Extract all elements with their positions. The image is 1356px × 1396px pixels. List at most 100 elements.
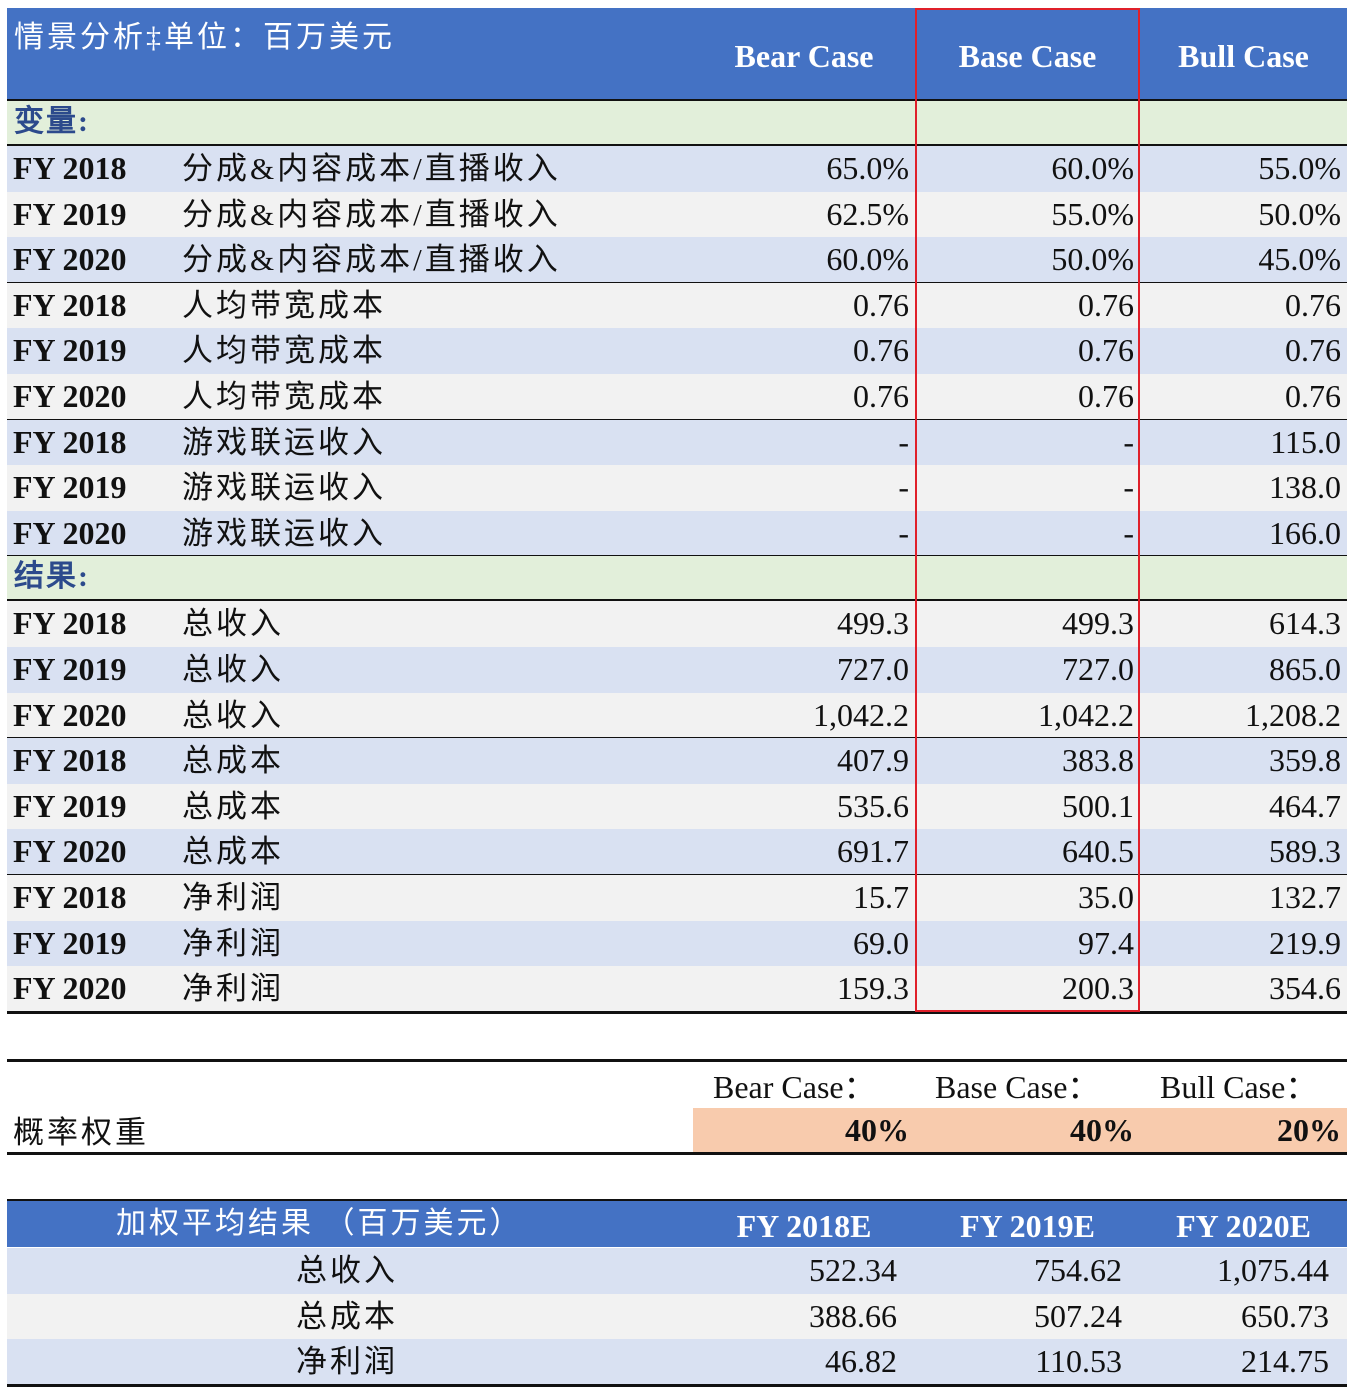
row-value-bull: 219.9 xyxy=(1269,924,1341,961)
row-value-bull: 464.7 xyxy=(1269,787,1341,824)
row-value-bull: 50.0% xyxy=(1258,195,1341,232)
row-divider xyxy=(7,1384,1347,1387)
section-label: 变量: xyxy=(14,105,90,138)
weighted-column-2: FY 2020E xyxy=(1176,1208,1311,1244)
row-year: FY 2019 xyxy=(13,195,127,232)
row-item: 净利润 xyxy=(182,925,284,961)
weighted-row-item: 总成本 xyxy=(296,1298,398,1334)
row-value-bear: 1,042.2 xyxy=(813,696,909,733)
weight-value-bear: 40% xyxy=(845,1112,909,1148)
row-year: FY 2018 xyxy=(13,742,127,779)
row-value-bull: 865.0 xyxy=(1269,651,1341,687)
row-value-bear: - xyxy=(898,423,909,460)
row-year: FY 2018 xyxy=(13,423,127,460)
row-value-bull: 0.76 xyxy=(1285,378,1341,414)
weighted-title: 加权平均结果 （百万美元） xyxy=(116,1207,523,1240)
row-value-bull: 359.8 xyxy=(1269,742,1341,779)
row-value-bear: 159.3 xyxy=(837,970,909,1007)
row-value-bear: - xyxy=(898,514,909,551)
row-value-bear: 727.0 xyxy=(837,651,909,687)
row-year: FY 2018 xyxy=(13,286,127,323)
row-value-bull: 132.7 xyxy=(1269,879,1341,915)
weighted-row-value-2: 214.75 xyxy=(1241,1343,1329,1380)
section-row xyxy=(7,556,1347,600)
row-divider xyxy=(7,1011,1347,1014)
row-item: 分成&内容成本/直播收入 xyxy=(182,151,561,186)
row-value-bear: 0.76 xyxy=(853,378,909,414)
row-item: 人均带宽成本 xyxy=(182,287,386,323)
weighted-row-value-2: 1,075.44 xyxy=(1217,1252,1329,1288)
main-table-title: 情景分析‡单位：百万美元 xyxy=(14,21,395,54)
weighted-row-value-1: 110.53 xyxy=(1035,1343,1122,1380)
row-year: FY 2018 xyxy=(13,879,127,915)
row-year: FY 2019 xyxy=(13,469,127,506)
weight-value-base: 40% xyxy=(1070,1112,1134,1148)
row-divider xyxy=(7,1059,1347,1062)
row-year: FY 2020 xyxy=(13,696,127,733)
row-value-bear: 62.5% xyxy=(826,195,909,232)
row-item: 总成本 xyxy=(182,834,284,870)
row-value-bear: 15.7 xyxy=(853,879,909,915)
row-year: FY 2018 xyxy=(13,150,127,186)
row-value-bull: 1,208.2 xyxy=(1245,696,1341,733)
row-year: FY 2019 xyxy=(13,332,127,369)
row-item: 净利润 xyxy=(182,971,284,1007)
row-value-bear: 407.9 xyxy=(837,742,909,779)
row-value-bull: 115.0 xyxy=(1270,423,1341,460)
row-value-bull: 138.0 xyxy=(1269,469,1341,506)
row-value-bear: 69.0 xyxy=(853,924,909,961)
row-year: FY 2020 xyxy=(13,241,127,278)
row-item: 人均带宽成本 xyxy=(182,379,386,414)
weight-header-bull: Bull Case： xyxy=(1160,1069,1318,1105)
row-year: FY 2019 xyxy=(13,651,127,687)
row-value-bull: 0.76 xyxy=(1285,332,1341,369)
row-value-bull: 55.0% xyxy=(1258,150,1341,186)
weighted-row-value-0: 46.82 xyxy=(825,1343,897,1380)
row-item: 净利润 xyxy=(182,880,284,915)
row-item: 游戏联运收入 xyxy=(182,424,386,460)
weight-header-bear: Bear Case： xyxy=(713,1069,876,1105)
row-item: 游戏联运收入 xyxy=(182,470,386,506)
column-header-bear: Bear Case xyxy=(734,38,874,74)
row-value-bear: 65.0% xyxy=(826,150,909,186)
row-year: FY 2020 xyxy=(13,970,127,1007)
row-value-bear: 499.3 xyxy=(837,605,909,642)
section-label: 结果: xyxy=(14,560,90,594)
row-value-bear: - xyxy=(898,469,909,506)
row-item: 总收入 xyxy=(182,652,284,687)
row-value-bear: 60.0% xyxy=(826,241,909,278)
row-divider xyxy=(7,1152,1347,1155)
row-value-bull: 0.76 xyxy=(1285,286,1341,323)
row-value-bear: 0.76 xyxy=(853,286,909,323)
column-header-bull: Bull Case xyxy=(1178,38,1309,74)
row-item: 总收入 xyxy=(182,606,284,642)
row-year: FY 2020 xyxy=(13,833,127,870)
weighted-row-value-0: 522.34 xyxy=(809,1252,897,1288)
weighted-row-item: 总收入 xyxy=(296,1253,398,1288)
row-value-bull: 45.0% xyxy=(1258,241,1341,278)
row-value-bull: 166.0 xyxy=(1269,514,1341,551)
row-item: 人均带宽成本 xyxy=(182,333,386,369)
row-year: FY 2020 xyxy=(13,514,127,551)
base-case-highlight xyxy=(915,8,1140,1012)
row-item: 游戏联运收入 xyxy=(182,515,386,551)
row-item: 总成本 xyxy=(182,788,284,824)
weighted-row-value-1: 507.24 xyxy=(1034,1297,1122,1334)
row-item: 分成&内容成本/直播收入 xyxy=(182,242,561,278)
row-value-bull: 614.3 xyxy=(1269,605,1341,642)
row-value-bear: 691.7 xyxy=(837,833,909,870)
weighted-column-0: FY 2018E xyxy=(736,1208,872,1244)
weight-value-bull: 20% xyxy=(1277,1112,1341,1148)
weighted-row-value-0: 388.66 xyxy=(809,1297,897,1334)
weight-label: 概率权重 xyxy=(13,1115,149,1150)
weighted-row-value-1: 754.62 xyxy=(1034,1252,1122,1288)
row-value-bear: 0.76 xyxy=(853,332,909,369)
row-value-bull: 354.6 xyxy=(1269,970,1341,1007)
section-row xyxy=(7,101,1347,144)
weighted-column-1: FY 2019E xyxy=(960,1208,1095,1244)
row-year: FY 2020 xyxy=(13,378,127,414)
row-year: FY 2018 xyxy=(13,605,127,642)
row-item: 总收入 xyxy=(182,697,284,733)
weight-header-base: Base Case： xyxy=(935,1069,1100,1105)
row-value-bull: 589.3 xyxy=(1269,833,1341,870)
